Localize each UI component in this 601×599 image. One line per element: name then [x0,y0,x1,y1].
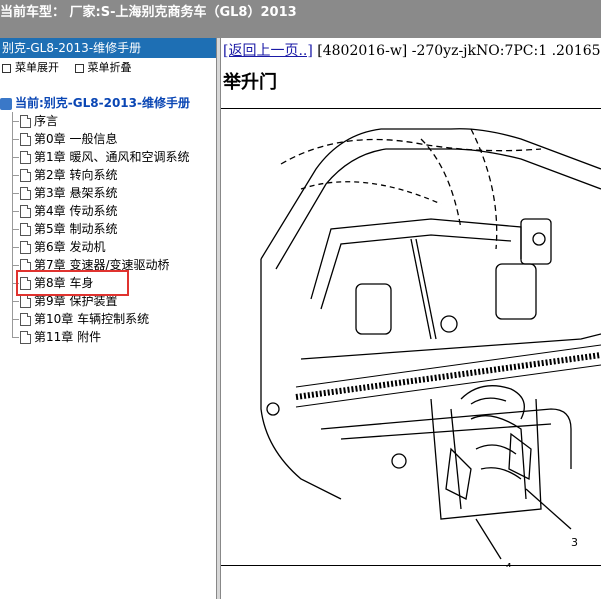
tree-item-label: 序言 [34,114,59,128]
tree-item-chapter-5[interactable]: 第5章 制动系统 [0,220,216,238]
document-icon [20,313,31,326]
document-icon [20,151,31,164]
sidebar-title: 别克-GL8-2013-维修手册 [0,38,216,58]
model-header-bar: 当前车型： 厂家:S-上海别克商务车（GL8）2013 [0,0,601,38]
menu-controls: 菜单展开 菜单折叠 [0,58,216,78]
tree-item-label: 第1章 暖风、通风和空调系统 [34,150,190,164]
document-icon [20,205,31,218]
tree-item-label: 第3章 悬架系统 [34,186,118,200]
menu-collapse-button[interactable]: 菜单折叠 [74,61,132,74]
tree-item-chapter-1[interactable]: 第1章 暖风、通风和空调系统 [0,148,216,166]
document-icon [20,295,31,308]
document-icon [20,277,31,290]
tree-item-label: 第4章 传动系统 [34,204,118,218]
page-title: 举升门 [223,72,277,93]
tree-item-label: 第6章 发动机 [34,240,106,254]
tree-item-label: 第9章 保护装置 [34,294,118,308]
tree-item-chapter-9[interactable]: 第9章 保护装置 [0,292,216,310]
document-icon [20,241,31,254]
document-icon [20,259,31,272]
tree-item-chapter-4[interactable]: 第4章 传动系统 [0,202,216,220]
menu-expand-button[interactable]: 菜单展开 [2,61,59,74]
collapse-icon [74,63,84,73]
tree-item-label: 第11章 附件 [34,330,102,344]
tree-item-label: 第7章 变速器/变速驱动桥 [34,258,170,272]
liftgate-illustration: 4 3 [260,128,601,574]
expand-icon [2,63,11,73]
liftgate-diagram: 4 3 [221,108,601,574]
document-reference: [4802016-w] -270yz-jkNO:7PC:1 .20165899 [312,43,601,59]
document-icon [20,133,31,146]
document-icon [20,115,31,128]
manual-book-icon [0,97,12,110]
document-icon [20,187,31,200]
tree-item-chapter-0[interactable]: 第0章 一般信息 [0,130,216,148]
tree-item-preface[interactable]: 序言 [0,112,216,130]
document-icon [20,223,31,236]
tree-item-chapter-10[interactable]: 第10章 车辆控制系统 [0,310,216,328]
document-icon [20,331,31,344]
tree-root[interactable]: 当前:别克-GL8-2013-维修手册 [0,94,216,112]
tree-item-chapter-2[interactable]: 第2章 转向系统 [0,166,216,184]
tree-item-chapter-11[interactable]: 第11章 附件 [0,328,216,346]
tree-item-label: 第2章 转向系统 [34,168,118,182]
callout-label: 4 [505,561,512,567]
document-icon [20,169,31,182]
tree-item-label: 第8章 车身 [34,276,94,290]
tree-item-chapter-7[interactable]: 第7章 变速器/变速驱动桥 [0,256,216,274]
tree-item-chapter-3[interactable]: 第3章 悬架系统 [0,184,216,202]
content-pane: [返回上一页..] [4802016-w] -270yz-jkNO:7PC:1 … [221,38,601,599]
tree-item-label: 第10章 车辆控制系统 [34,312,150,326]
menu-expand-label: 菜单展开 [15,61,59,74]
tree-item-chapter-8[interactable]: 第8章 车身 [0,274,216,292]
tree-item-label: 第0章 一般信息 [34,132,118,146]
back-link[interactable]: [返回上一页..] [223,43,313,59]
nav-line: [返回上一页..] [4802016-w] -270yz-jkNO:7PC:1 … [223,40,601,60]
tree-item-label: 第5章 制动系统 [34,222,118,236]
tree-item-chapter-6[interactable]: 第6章 发动机 [0,238,216,256]
current-model-label: 当前车型： 厂家:S-上海别克商务车（GL8）2013 [0,5,297,20]
tree-root-label: 当前:别克-GL8-2013-维修手册 [15,96,190,110]
menu-collapse-label: 菜单折叠 [87,61,132,74]
callout-label: 3 [571,536,578,549]
chapter-tree: 当前:别克-GL8-2013-维修手册 序言 第0章 一般信息 第1章 暖风、通… [0,94,216,346]
